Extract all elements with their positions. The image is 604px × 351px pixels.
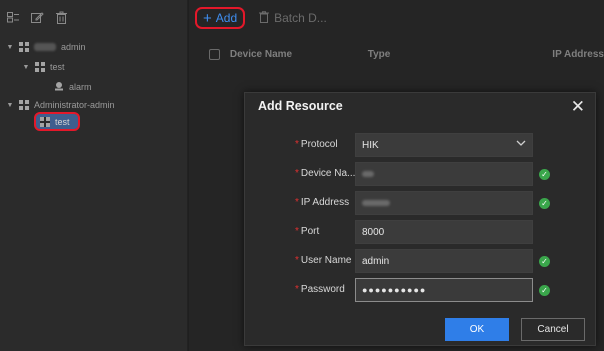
trash-icon xyxy=(259,10,270,26)
group-icon xyxy=(19,100,29,110)
password-input[interactable]: ●●●●●●●●●● xyxy=(355,278,533,302)
device-name-input[interactable] xyxy=(355,162,533,186)
tree-toolbar xyxy=(0,0,187,34)
valid-check-icon: ✓ xyxy=(539,169,550,180)
delete-icon[interactable] xyxy=(54,10,68,24)
ip-address-input[interactable] xyxy=(355,191,533,215)
tree-node-alarm[interactable]: alarm xyxy=(54,78,92,96)
add-button[interactable]: + Add xyxy=(195,7,246,29)
main-toolbar: + Add Batch D... xyxy=(189,0,604,36)
tree-node-root[interactable]: ▼ admin xyxy=(6,38,86,56)
tree-node-label: alarm xyxy=(69,82,92,92)
batch-delete-label: Batch D... xyxy=(274,11,327,25)
tree-node-label: admin xyxy=(61,42,86,52)
tree-node-child[interactable]: ▼ test xyxy=(22,58,65,76)
device-name-label: * Device Na... xyxy=(295,168,356,179)
edit-icon[interactable] xyxy=(30,10,44,24)
add-button-label: Add xyxy=(215,11,238,25)
collapse-caret-icon[interactable]: ▼ xyxy=(6,44,14,51)
ip-address-label: * IP Address xyxy=(295,197,350,208)
port-row: * Port 8000 xyxy=(245,220,597,244)
user-name-input[interactable]: admin xyxy=(355,249,533,273)
tree-node-label: Administrator-admin xyxy=(34,100,115,110)
password-row: * Password ●●●●●●●●●● ✓ xyxy=(245,278,597,302)
device-name-row: * Device Na... ✓ xyxy=(245,162,597,186)
close-icon[interactable]: ✕ xyxy=(571,97,585,117)
dialog-title: Add Resource xyxy=(258,99,343,113)
batch-delete-button[interactable]: Batch D... xyxy=(259,10,327,26)
group-icon xyxy=(19,42,29,52)
valid-check-icon: ✓ xyxy=(539,256,550,267)
valid-check-icon: ✓ xyxy=(539,285,550,296)
collapse-caret-icon[interactable]: ▼ xyxy=(6,102,14,109)
tree-node-label: test xyxy=(50,62,65,72)
port-input[interactable]: 8000 xyxy=(355,220,533,244)
port-label: * Port xyxy=(295,226,320,237)
collapse-caret-icon[interactable]: ▼ xyxy=(22,64,30,71)
ok-button[interactable]: OK xyxy=(445,318,509,341)
chevron-down-icon xyxy=(516,138,526,151)
valid-check-icon: ✓ xyxy=(539,198,550,209)
ip-address-row: * IP Address ✓ xyxy=(245,191,597,215)
column-type[interactable]: Type xyxy=(368,49,506,60)
group-icon xyxy=(35,62,45,72)
user-name-value: admin xyxy=(362,255,390,267)
table-header: Device Name Type IP Address xyxy=(189,44,604,64)
redacted-text xyxy=(362,171,374,177)
add-group-icon[interactable] xyxy=(6,10,20,24)
password-value: ●●●●●●●●●● xyxy=(362,285,427,295)
user-name-row: * User Name admin ✓ xyxy=(245,249,597,273)
selected-node-outline xyxy=(34,112,80,131)
device-tree-panel: ▼ admin ▼ test alarm ▼ Administrator-adm… xyxy=(0,0,188,351)
column-ip-address[interactable]: IP Address xyxy=(506,49,604,60)
password-label: * Password xyxy=(295,284,345,295)
add-resource-dialog: Add Resource ✕ * Protocol HIK * Device Na.… xyxy=(244,92,596,346)
redacted-text xyxy=(34,43,56,51)
protocol-select[interactable]: HIK xyxy=(355,133,533,157)
redacted-text xyxy=(362,200,390,206)
plus-icon: + xyxy=(203,9,212,27)
user-name-label: * User Name xyxy=(295,255,352,266)
alarm-icon xyxy=(54,81,64,93)
protocol-label: * Protocol xyxy=(295,139,338,150)
column-device-name[interactable]: Device Name xyxy=(230,49,368,60)
protocol-value: HIK xyxy=(362,139,379,151)
select-all-checkbox[interactable] xyxy=(209,48,220,60)
cancel-button[interactable]: Cancel xyxy=(521,318,585,341)
protocol-row: * Protocol HIK xyxy=(245,133,597,157)
port-value: 8000 xyxy=(362,226,385,238)
